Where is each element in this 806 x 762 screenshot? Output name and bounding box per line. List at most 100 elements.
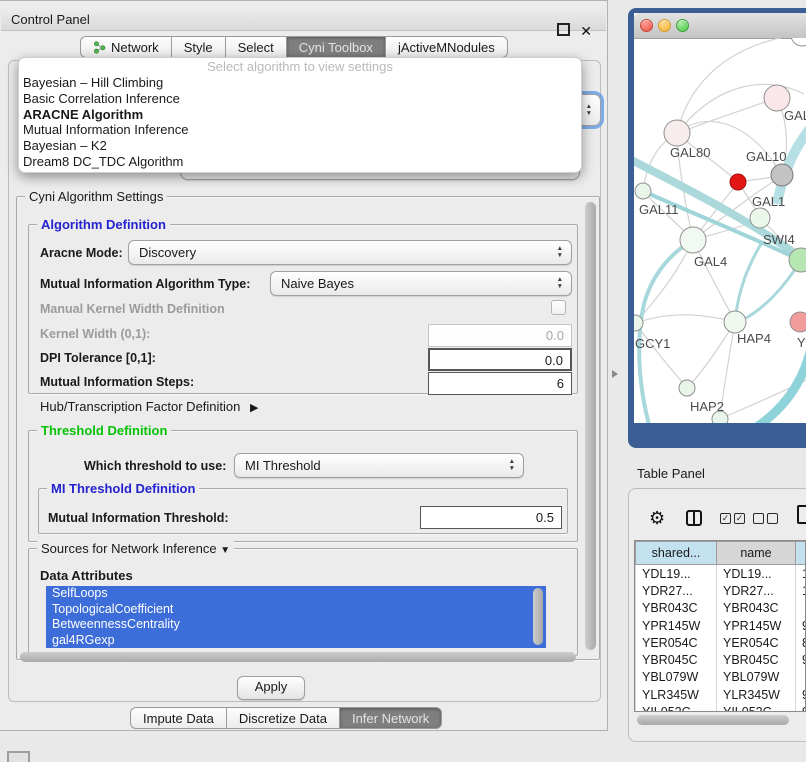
table-cell: YBR043C [636,600,717,617]
column-header-shared[interactable]: shared... [636,542,717,565]
algorithm-option-bayesian-hill-climbing[interactable]: Bayesian – Hill Climbing [19,75,581,91]
control-panel-titlebar: Control Panel ✕ [1,9,606,31]
tab-jactivemnodules[interactable]: jActiveMNodules [385,36,508,58]
table-row[interactable]: YBR043CYBR043C [636,600,806,617]
attribute-item-gal4rgexp[interactable]: gal4RGexp [46,633,546,649]
node-label-gal80: GAL80 [670,145,710,160]
mi-type-combo[interactable]: Naive Bayes ▲▼ [270,271,572,296]
close-icon[interactable]: ✕ [580,20,592,42]
apply-button[interactable]: Apply [237,676,305,700]
unchecked-columns-icon[interactable] [753,513,778,524]
table-cell: YBR045C [636,651,717,668]
expand-right-icon[interactable]: ▶ [250,402,258,414]
split-divider-arrow[interactable] [612,370,618,378]
zoom-traffic-light-icon[interactable] [676,19,689,32]
minimized-panel-icon[interactable] [7,751,30,762]
table-cell: 9. [796,703,806,712]
network-node[interactable] [679,380,695,396]
control-panel-tabbar: Network StyleSelectCyni ToolboxjActiveMNo… [80,36,508,58]
tab-cyni-toolbox[interactable]: Cyni Toolbox [286,36,385,58]
network-node[interactable] [791,38,806,46]
float-window-icon[interactable] [557,23,570,36]
tab-infer-network[interactable]: Infer Network [339,707,442,729]
algorithm-option-dream8-dc-tdc-algorithm[interactable]: Dream8 DC_TDC Algorithm [19,154,581,170]
attribute-item-topologicalcoefficient[interactable]: TopologicalCoefficient [46,602,546,618]
which-threshold-combo[interactable]: MI Threshold ▲▼ [234,453,524,478]
table-cell: YIL052C [717,703,796,712]
cyni-bottom-tabbar: Impute Data Discretize Data Infer Network [130,707,442,729]
document-icon[interactable] [797,505,806,524]
table-row[interactable]: YDR27...YDR27...12 [636,582,806,599]
tab-style[interactable]: Style [171,36,225,58]
table-hscrollbar[interactable] [637,715,789,725]
collapse-down-icon[interactable]: ▼ [220,545,230,556]
aracne-mode-combo[interactable]: Discovery ▲▼ [128,240,572,265]
tab-label: Network [111,40,159,55]
checked-columns-icon[interactable]: ✓✓ [720,513,745,524]
manual-kernel-checkbox[interactable] [551,300,566,315]
network-node[interactable] [790,312,806,332]
combo-arrows-icon: ▲▼ [557,245,563,259]
attributes-vscrollbar[interactable] [533,588,543,645]
tab-select[interactable]: Select [225,36,286,58]
table-cell: YER054C [636,634,717,651]
algorithm-option-bayesian-k2[interactable]: Bayesian – K2 [19,138,581,154]
table-cell: 12 [796,582,806,599]
table-cell: YLR345W [636,686,717,703]
table-row[interactable]: YPR145WYPR145W9. [636,617,806,634]
algorithm-option-basic-correlation-inference[interactable]: Basic Correlation Inference [19,91,581,107]
table-cell: YDR27... [636,582,717,599]
table-cell: YPR145W [636,617,717,634]
data-attributes-list[interactable]: SelfLoopsTopologicalCoefficientBetweenne… [46,586,546,648]
table-row[interactable]: YBL079WYBL079W [636,669,806,686]
tab-network[interactable]: Network [80,36,171,58]
attribute-item-betweennesscentrality[interactable]: BetweennessCentrality [46,617,546,633]
minimize-traffic-light-icon[interactable] [658,19,671,32]
network-node[interactable] [724,311,746,333]
network-window-titlebar[interactable] [634,13,806,39]
gear-icon[interactable]: ⚙ [649,508,665,529]
table-cell: YBR045C [717,651,796,668]
kernel-width-field: 0.0 [428,324,572,347]
network-node[interactable] [771,164,793,186]
network-canvas[interactable]: GALGAL80GAL10GAL1GAL11SWI4GAL4GCY1HAP4YH… [634,38,806,423]
network-node[interactable] [635,183,651,199]
attribute-item-selfloops[interactable]: SelfLoops [46,586,546,602]
settings-hscrollbar[interactable] [20,652,576,662]
data-attributes-label: Data Attributes [40,568,133,583]
mi-steps-field[interactable]: 6 [428,372,572,395]
tab-label: Discretize Data [239,711,327,726]
table-row[interactable]: YLR345WYLR345W9. [636,686,806,703]
node-label-swi4: SWI4 [763,232,795,247]
table-cell: YDL19... [636,565,717,583]
column-header-a[interactable]: A [796,542,806,565]
close-traffic-light-icon[interactable] [640,19,653,32]
manual-kernel-label: Manual Kernel Width Definition [40,302,225,316]
split-columns-icon[interactable] [686,510,702,526]
network-node[interactable] [680,227,706,253]
settings-vscrollbar[interactable] [585,202,596,650]
algorithm-dropdown-popup: Select algorithm to view settings Bayesi… [18,57,582,173]
network-node[interactable] [730,174,746,190]
table-row[interactable]: YDL19...YDL19...13 [636,565,806,583]
table-cell: YDR27... [717,582,796,599]
table-row[interactable]: YIL052CYIL052C9. [636,703,806,712]
table-cell: YER054C [717,634,796,651]
hub-section-label[interactable]: Hub/Transcription Factor Definition ▶ [40,399,252,414]
algorithm-prompt: Select algorithm to view settings [19,59,581,74]
mi-threshold-field[interactable]: 0.5 [420,506,562,529]
tab-discretize-data[interactable]: Discretize Data [226,707,339,729]
table-row[interactable]: YBR045CYBR045C9. [636,651,806,668]
column-header-name[interactable]: name [717,542,796,565]
screen: Control Panel ✕ Network StyleSelectCyni T… [0,0,806,762]
node-table[interactable]: shared...nameAYDL19...YDL19...13YDR27...… [634,540,806,712]
settings-group-title: Cyni Algorithm Settings [25,189,167,204]
algorithm-option-mutual-information-inference[interactable]: Mutual Information Inference [19,122,581,138]
node-label-gal10: GAL10 [746,149,786,164]
table-row[interactable]: YER054CYER054C8. [636,634,806,651]
dpi-tolerance-field[interactable]: 0.0 [428,348,572,371]
network-node[interactable] [664,120,690,146]
tab-impute-data[interactable]: Impute Data [130,707,226,729]
algorithm-option-aracne-algorithm[interactable]: ARACNE Algorithm [19,107,581,123]
network-node[interactable] [750,208,770,228]
